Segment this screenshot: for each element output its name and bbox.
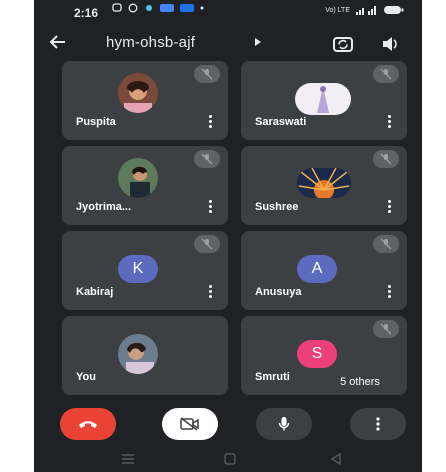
speaker-icon[interactable]	[380, 34, 400, 54]
avatar	[297, 168, 351, 198]
notification-icons	[112, 3, 204, 13]
participant-name: Anusuya	[255, 286, 302, 298]
participant-tile[interactable]: Saraswati	[241, 61, 407, 140]
others-chip[interactable]: 5 others	[320, 371, 400, 393]
participant-name: Kabiraj	[76, 286, 114, 298]
call-controls	[34, 400, 422, 448]
status-time: 2:16	[74, 6, 99, 20]
participant-name: Smruti	[255, 371, 290, 383]
more-vert-icon[interactable]	[388, 115, 391, 128]
participant-tile[interactable]: Sushree	[241, 146, 407, 225]
camera-off-icon	[180, 417, 199, 431]
participant-tile[interactable]: K Kabiraj	[62, 231, 228, 310]
end-call-button[interactable]	[60, 408, 116, 440]
back-nav-icon[interactable]	[330, 453, 342, 465]
more-vert-icon	[376, 417, 380, 431]
participant-tile[interactable]: You	[62, 316, 228, 395]
meet-screen: 2:16 Vo) LTE hym-ohsb-ajf Puspita Jyotri…	[34, 0, 422, 472]
menu-icon[interactable]	[122, 454, 134, 464]
settings-icon	[146, 5, 152, 11]
mic-off-icon	[194, 65, 220, 83]
more-vert-icon[interactable]	[209, 200, 212, 213]
avatar	[295, 83, 351, 115]
more-options-button[interactable]	[350, 408, 406, 440]
back-arrow-icon[interactable]	[48, 32, 68, 52]
app-bar: hym-ohsb-ajf	[34, 26, 422, 64]
dropdown-chevron-icon[interactable]	[254, 37, 262, 47]
mic-icon	[278, 417, 290, 431]
more-vert-icon[interactable]	[209, 285, 212, 298]
avatar-letter: A	[297, 255, 337, 283]
meet-notification-icon	[160, 4, 174, 12]
more-vert-icon[interactable]	[388, 200, 391, 213]
signal-icon	[356, 6, 376, 15]
switch-camera-icon[interactable]	[332, 34, 354, 54]
mic-toggle-button[interactable]	[256, 408, 312, 440]
system-nav-bar	[34, 448, 422, 472]
message-icon	[112, 3, 122, 12]
status-bar: 2:16 Vo) LTE	[34, 0, 422, 26]
participant-name: Sushree	[255, 201, 299, 213]
mic-off-icon	[373, 235, 399, 253]
avatar	[118, 158, 158, 198]
participant-name: Saraswati	[255, 116, 307, 128]
meeting-code[interactable]: hym-ohsb-ajf	[106, 34, 195, 51]
network-label: Vo) LTE	[325, 6, 350, 14]
app-notification-icon	[180, 4, 194, 12]
participant-name: You	[76, 371, 96, 383]
more-vert-icon[interactable]	[388, 285, 391, 298]
mic-off-icon	[373, 65, 399, 83]
mic-off-icon	[194, 235, 220, 253]
dot-icon	[200, 6, 204, 10]
avatar-letter: K	[118, 255, 158, 283]
participant-name: Jyotrima...	[76, 201, 132, 213]
camera-toggle-button[interactable]	[162, 408, 218, 440]
avatar-letter: S	[297, 340, 337, 368]
participant-tile[interactable]: Puspita	[62, 61, 228, 140]
avatar	[118, 334, 158, 374]
end-call-icon	[79, 421, 97, 428]
participant-tile[interactable]: Jyotrima...	[62, 146, 228, 225]
participant-tile[interactable]: A Anusuya	[241, 231, 407, 310]
mic-off-icon	[373, 150, 399, 168]
avatar	[118, 73, 158, 113]
more-vert-icon[interactable]	[209, 115, 212, 128]
mic-off-icon	[194, 150, 220, 168]
participant-name: Puspita	[76, 116, 116, 128]
system-indicators: Vo) LTE	[325, 5, 404, 15]
home-icon[interactable]	[224, 453, 236, 465]
battery-icon	[384, 6, 404, 14]
whatsapp-icon	[128, 3, 138, 13]
mic-off-icon	[373, 320, 399, 338]
